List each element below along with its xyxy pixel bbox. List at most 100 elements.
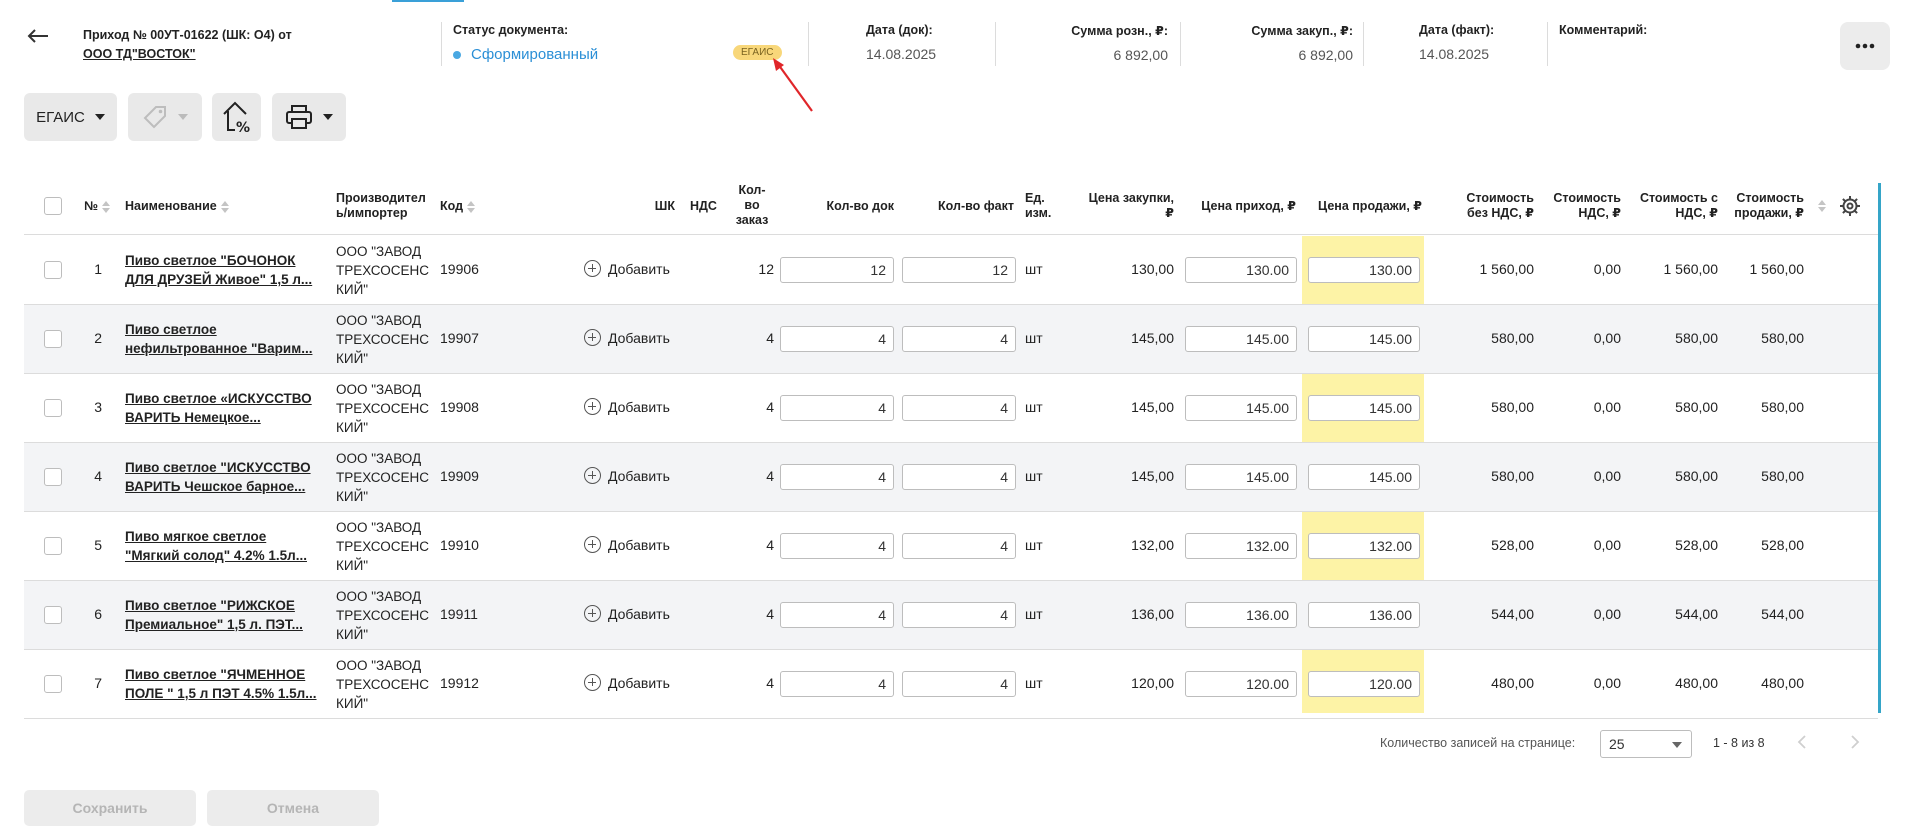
qty-fact-input[interactable] <box>902 602 1016 628</box>
qty-fact-input[interactable] <box>902 671 1016 697</box>
more-dots-icon <box>1855 43 1875 49</box>
col-code[interactable]: Код <box>440 199 476 214</box>
income-price-input[interactable] <box>1185 602 1297 628</box>
purchase-sum-block: Сумма закуп., ₽: 6 892,00 <box>1185 23 1353 63</box>
row-checkbox[interactable] <box>44 330 62 348</box>
qty-fact-input[interactable] <box>902 395 1016 421</box>
qty-order: 12 <box>758 261 774 277</box>
chevron-left-icon <box>1797 735 1806 749</box>
qty-fact-input[interactable] <box>902 326 1016 352</box>
add-barcode-button[interactable]: Добавить <box>584 398 670 415</box>
qty-fact-input[interactable] <box>902 464 1016 490</box>
manufacturer: ООО "ЗАВОД ТРЕХСОСЕНС КИЙ" <box>336 244 430 297</box>
income-price-input[interactable] <box>1185 257 1297 283</box>
sale-price-input[interactable] <box>1308 464 1420 490</box>
page-range: 1 - 8 из 8 <box>1713 736 1765 750</box>
back-button[interactable] <box>24 22 52 50</box>
col-cost-no-vat: Стоимость без НДС, ₽ <box>1466 191 1534 220</box>
arrow-left-icon <box>27 29 48 43</box>
cost-vat: 0,00 <box>1593 537 1621 553</box>
egais-menu-button[interactable]: ЕГАИС <box>24 93 117 141</box>
qty-doc-input[interactable] <box>780 464 894 490</box>
qty-doc-input[interactable] <box>780 395 894 421</box>
product-name-link[interactable]: Пиво светлое "ЯЧМЕННОЕ ПОЛЕ " 1,5 л ПЭТ 4… <box>125 665 330 703</box>
plus-circle-icon <box>584 329 601 346</box>
income-price-input[interactable] <box>1185 326 1297 352</box>
product-name-link[interactable]: Пиво светлое "ИСКУССТВО ВАРИТЬ Чешское ба… <box>125 458 330 496</box>
sort-icon <box>220 200 229 213</box>
status-value[interactable]: Сформированный <box>453 46 598 63</box>
price-tag-button[interactable] <box>128 93 202 141</box>
next-page-button[interactable] <box>1843 730 1867 754</box>
fact-date-label: Дата (факт): <box>1419 23 1495 37</box>
add-barcode-button[interactable]: Добавить <box>584 467 670 484</box>
supplier-link[interactable]: ООО ТД"ВОСТОК" <box>83 45 428 64</box>
sort-icon[interactable] <box>1818 200 1826 212</box>
sale-price-input[interactable] <box>1308 602 1420 628</box>
product-code: 19912 <box>440 675 479 691</box>
row-checkbox[interactable] <box>44 261 62 279</box>
per-page-select[interactable]: 25 <box>1600 730 1692 758</box>
qty-doc-input[interactable] <box>780 533 894 559</box>
row-checkbox[interactable] <box>44 399 62 417</box>
prev-page-button[interactable] <box>1790 730 1814 754</box>
product-name-link[interactable]: Пиво мягкое светлое "Мягкий солод" 4.2% 1… <box>125 527 330 565</box>
qty-fact-input[interactable] <box>902 257 1016 283</box>
income-price-input[interactable] <box>1185 533 1297 559</box>
income-price-input[interactable] <box>1185 395 1297 421</box>
product-name-link[interactable]: Пиво светлое "РИЖСКОЕ Премиальное" 1,5 л.… <box>125 596 330 634</box>
table-scrollbar[interactable] <box>1878 183 1881 713</box>
active-tab-indicator <box>392 0 464 2</box>
retail-sum-block: Сумма розн., ₽: 6 892,00 <box>1000 23 1168 63</box>
more-button[interactable] <box>1840 22 1890 70</box>
qty-doc-input[interactable] <box>780 671 894 697</box>
add-barcode-button[interactable]: Добавить <box>584 674 670 691</box>
qty-doc-input[interactable] <box>780 326 894 352</box>
sale-price-input[interactable] <box>1308 326 1420 352</box>
row-checkbox[interactable] <box>44 468 62 486</box>
add-barcode-button[interactable]: Добавить <box>584 260 670 277</box>
cost-sale: 580,00 <box>1761 330 1804 346</box>
cost-no-vat: 580,00 <box>1491 399 1534 415</box>
header-divider <box>1547 22 1548 66</box>
purchase-price: 145,00 <box>1131 399 1174 415</box>
egais-menu-label: ЕГАИС <box>36 108 85 126</box>
sale-price-input[interactable] <box>1308 257 1420 283</box>
print-button[interactable] <box>272 93 346 141</box>
row-checkbox[interactable] <box>44 606 62 624</box>
col-qty-order: Кол-во заказ <box>735 183 769 227</box>
markup-button[interactable]: % <box>212 93 261 141</box>
gear-icon[interactable] <box>1839 195 1861 217</box>
cost-with-vat: 580,00 <box>1675 399 1718 415</box>
col-name[interactable]: Наименование <box>125 199 229 214</box>
qty-fact-input[interactable] <box>902 533 1016 559</box>
col-num[interactable]: № <box>84 199 110 214</box>
col-barcode: ШК <box>654 199 675 213</box>
row-checkbox[interactable] <box>44 675 62 693</box>
row-checkbox[interactable] <box>44 537 62 555</box>
product-name-link[interactable]: Пиво светлое «ИСКУССТВО ВАРИТЬ Немецкое..… <box>125 389 330 427</box>
product-name-link[interactable]: Пиво светлое "БОЧОНОК ДЛЯ ДРУЗЕЙ Живое" 1… <box>125 251 330 289</box>
comment-block: Комментарий: <box>1559 23 1647 46</box>
col-unit: Ед. изм. <box>1025 191 1052 220</box>
add-barcode-button[interactable]: Добавить <box>584 605 670 622</box>
income-price-input[interactable] <box>1185 671 1297 697</box>
status-dot-icon <box>453 50 461 59</box>
row-num: 7 <box>94 675 102 691</box>
add-barcode-button[interactable]: Добавить <box>584 536 670 553</box>
plus-circle-icon <box>584 674 601 691</box>
product-code: 19906 <box>440 261 479 277</box>
qty-doc-input[interactable] <box>780 257 894 283</box>
select-all-checkbox[interactable] <box>44 197 62 215</box>
manufacturer: ООО "ЗАВОД ТРЕХСОСЕНС КИЙ" <box>336 451 430 504</box>
cancel-button[interactable]: Отмена <box>207 790 379 826</box>
income-price-input[interactable] <box>1185 464 1297 490</box>
product-name-link[interactable]: Пиво светлое нефильтрованное "Варим... <box>125 320 330 358</box>
sale-price-input[interactable] <box>1308 533 1420 559</box>
purchase-price: 120,00 <box>1131 675 1174 691</box>
sale-price-input[interactable] <box>1308 395 1420 421</box>
sale-price-input[interactable] <box>1308 671 1420 697</box>
add-barcode-button[interactable]: Добавить <box>584 329 670 346</box>
save-button[interactable]: Сохранить <box>24 790 196 826</box>
qty-doc-input[interactable] <box>780 602 894 628</box>
